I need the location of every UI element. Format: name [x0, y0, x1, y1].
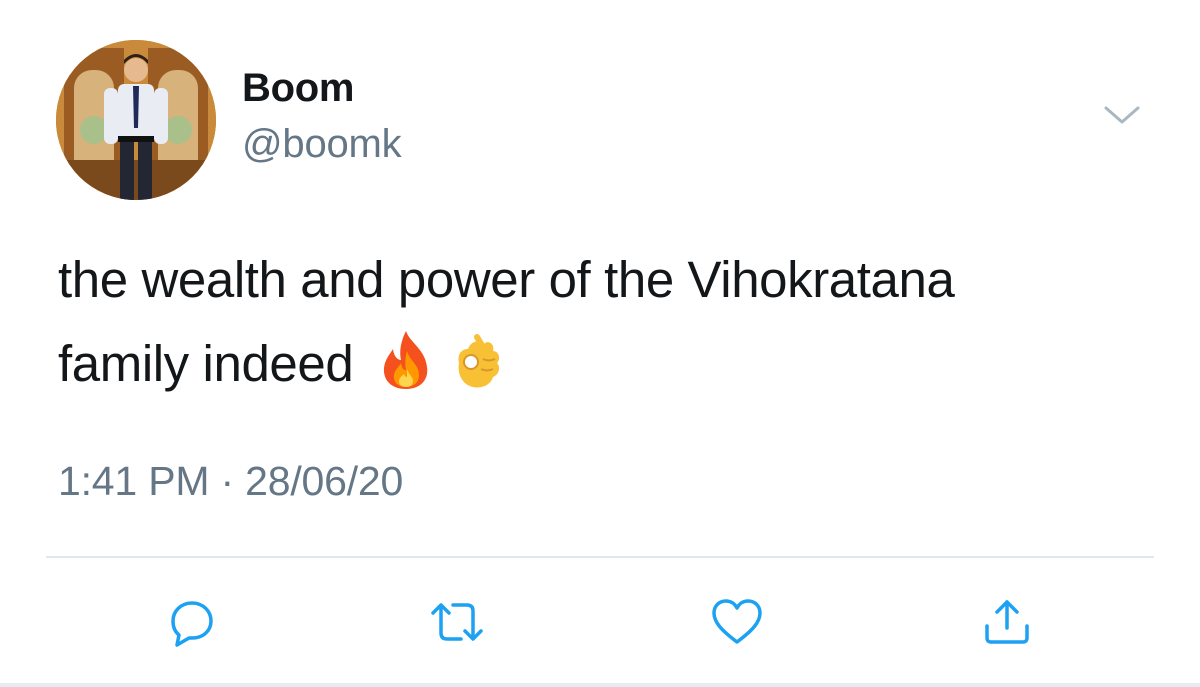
- share-icon: [985, 600, 1029, 644]
- ok-hand-emoji: [449, 329, 507, 391]
- author-handle[interactable]: @boomk: [242, 122, 402, 167]
- avatar-photo-icon: [56, 40, 216, 200]
- share-button[interactable]: [977, 592, 1037, 652]
- avatar[interactable]: [56, 40, 216, 200]
- tweet-text-line-1: the wealth and power of the Vihokratana: [58, 251, 955, 308]
- tweet-card: Boom @boomk the wealth and power of the …: [0, 0, 1200, 687]
- divider: [46, 556, 1154, 558]
- fire-emoji: [377, 329, 435, 391]
- tweet-text-line-2: family indeed: [58, 322, 1168, 406]
- chevron-down-icon[interactable]: [1100, 100, 1144, 130]
- bottom-divider: [0, 683, 1200, 687]
- like-icon: [712, 599, 762, 644]
- retweet-icon: [431, 603, 483, 641]
- tweet-text: the wealth and power of the Vihokratana …: [58, 238, 1168, 406]
- like-button[interactable]: [707, 592, 767, 652]
- reply-button[interactable]: [162, 592, 222, 652]
- retweet-button[interactable]: [427, 592, 487, 652]
- tweet-text-line-2-words: family indeed: [58, 335, 354, 392]
- reply-icon: [171, 601, 213, 647]
- author-display-name[interactable]: Boom: [242, 66, 354, 111]
- tweet-timestamp[interactable]: 1:41 PM · 28/06/20: [58, 458, 403, 505]
